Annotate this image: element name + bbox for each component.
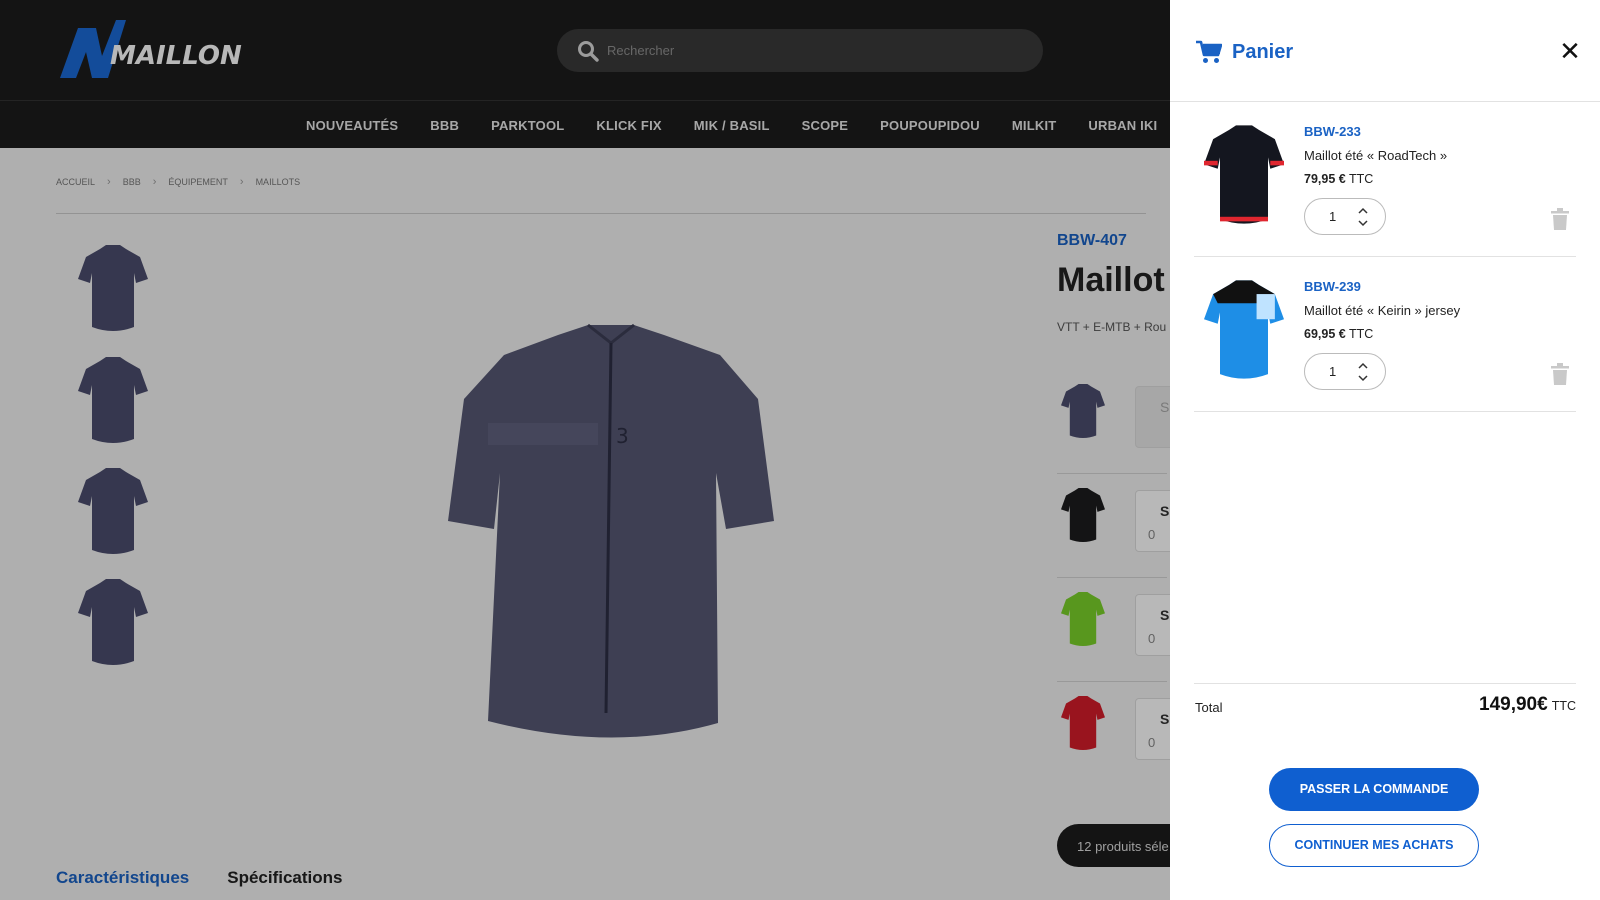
- total-amount: 149,90€: [1479, 694, 1548, 715]
- modal-backdrop[interactable]: [0, 0, 1170, 900]
- cart-item-sku[interactable]: BBW-239: [1304, 279, 1361, 294]
- cart-header: Panier ✕: [1170, 0, 1600, 102]
- continue-shopping-button[interactable]: CONTINUER MES ACHATS: [1269, 824, 1479, 867]
- quantity-value: 1: [1329, 209, 1337, 224]
- total-label: Total: [1195, 700, 1223, 715]
- cart-item-name[interactable]: Maillot été « RoadTech »: [1304, 148, 1447, 163]
- cart-item: BBW-239 Maillot été « Keirin » jersey 69…: [1194, 257, 1576, 412]
- checkout-button[interactable]: PASSER LA COMMANDE: [1269, 768, 1479, 811]
- price-suffix: TTC: [1348, 172, 1374, 186]
- cart-item-name[interactable]: Maillot été « Keirin » jersey: [1304, 303, 1460, 318]
- cart-item-price: 69,95 € TTC: [1304, 327, 1373, 341]
- stepper-arrows-icon[interactable]: [1357, 358, 1369, 386]
- cart-item-image[interactable]: [1204, 277, 1284, 382]
- cart-title: Panier: [1232, 41, 1294, 63]
- stepper-arrows-icon[interactable]: [1357, 203, 1369, 231]
- price-suffix: TTC: [1348, 327, 1374, 341]
- cart-item-image[interactable]: [1204, 122, 1284, 227]
- cart-panel: Panier ✕ BBW-233 Maillot été « RoadTech …: [1170, 0, 1600, 900]
- quantity-stepper[interactable]: 1: [1304, 198, 1386, 235]
- total-suffix: TTC: [1551, 699, 1576, 713]
- cart-item-sku[interactable]: BBW-233: [1304, 124, 1361, 139]
- quantity-stepper[interactable]: 1: [1304, 353, 1386, 390]
- quantity-value: 1: [1329, 364, 1337, 379]
- price-value: 79,95 €: [1304, 172, 1346, 186]
- price-value: 69,95 €: [1304, 327, 1346, 341]
- total-value: 149,90€ TTC: [1479, 694, 1576, 716]
- cart-item-price: 79,95 € TTC: [1304, 172, 1373, 186]
- divider: [1194, 683, 1576, 684]
- close-icon[interactable]: ✕: [1558, 38, 1582, 64]
- cart-icon: [1196, 40, 1222, 63]
- cart-item: BBW-233 Maillot été « RoadTech » 79,95 €…: [1194, 102, 1576, 257]
- trash-icon[interactable]: [1550, 208, 1570, 230]
- trash-icon[interactable]: [1550, 363, 1570, 385]
